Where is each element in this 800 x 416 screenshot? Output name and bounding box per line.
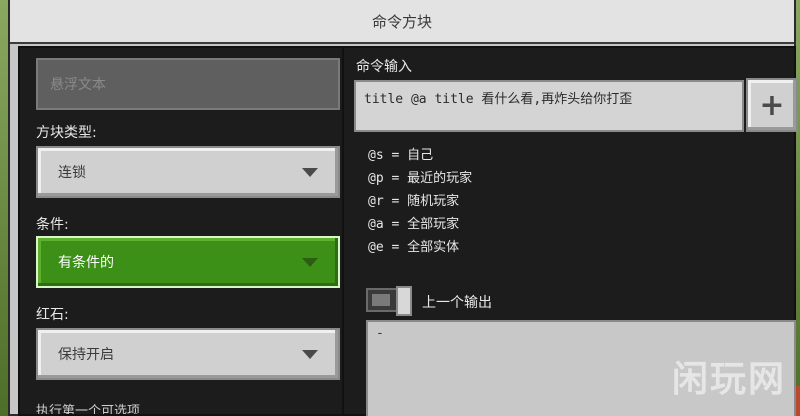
plus-button[interactable]: + xyxy=(746,78,798,132)
condition-label: 条件: xyxy=(36,217,69,233)
block-type-value: 连锁 xyxy=(58,165,86,181)
block-type-dropdown[interactable]: 连锁 xyxy=(36,146,340,198)
chevron-down-icon xyxy=(302,350,318,359)
condition-dropdown[interactable]: 有条件的 xyxy=(36,236,340,288)
execute-first-option-label: 执行第一个可选项 xyxy=(36,404,141,414)
hover-text-input[interactable]: 悬浮文本 xyxy=(36,58,340,110)
condition-value: 有条件的 xyxy=(58,255,114,271)
chevron-down-icon xyxy=(302,258,318,267)
watermark-logo: 闲玩网 xyxy=(671,359,786,400)
redstone-dropdown[interactable]: 保持开启 xyxy=(36,328,340,380)
command-input-label: 命令输入 xyxy=(356,59,412,75)
redstone-label: 红石: xyxy=(36,307,69,323)
redstone-value: 保持开启 xyxy=(58,347,114,363)
list-item: @r = 随机玩家 xyxy=(368,194,460,209)
left-panel: 悬浮文本 方块类型: 连锁 条件: 有条件的 红石: 保持开启 执行第一个可选项 xyxy=(18,46,348,416)
list-item: @p = 最近的玩家 xyxy=(368,171,473,186)
window-title: 命令方块 xyxy=(371,12,432,31)
block-type-label: 方块类型: xyxy=(36,125,97,141)
list-item: @a = 全部玩家 xyxy=(368,217,460,232)
toggle-knob[interactable] xyxy=(396,286,412,316)
list-item: @e = 全部实体 xyxy=(368,240,460,255)
plus-icon: + xyxy=(759,87,785,123)
selector-help-list: @s = 自己 @p = 最近的玩家 @r = 随机玩家 @a = 全部玩家 @… xyxy=(368,144,472,259)
chevron-down-icon xyxy=(302,168,318,177)
previous-output-toggle[interactable] xyxy=(366,286,412,316)
list-item: @s = 自己 xyxy=(368,148,434,163)
previous-output-label: 上一个输出 xyxy=(422,295,492,311)
titlebar: 命令方块 xyxy=(10,0,794,44)
command-input[interactable]: title @a title 看什么看,再炸头给你打歪 xyxy=(354,80,744,132)
toggle-track xyxy=(372,294,390,306)
